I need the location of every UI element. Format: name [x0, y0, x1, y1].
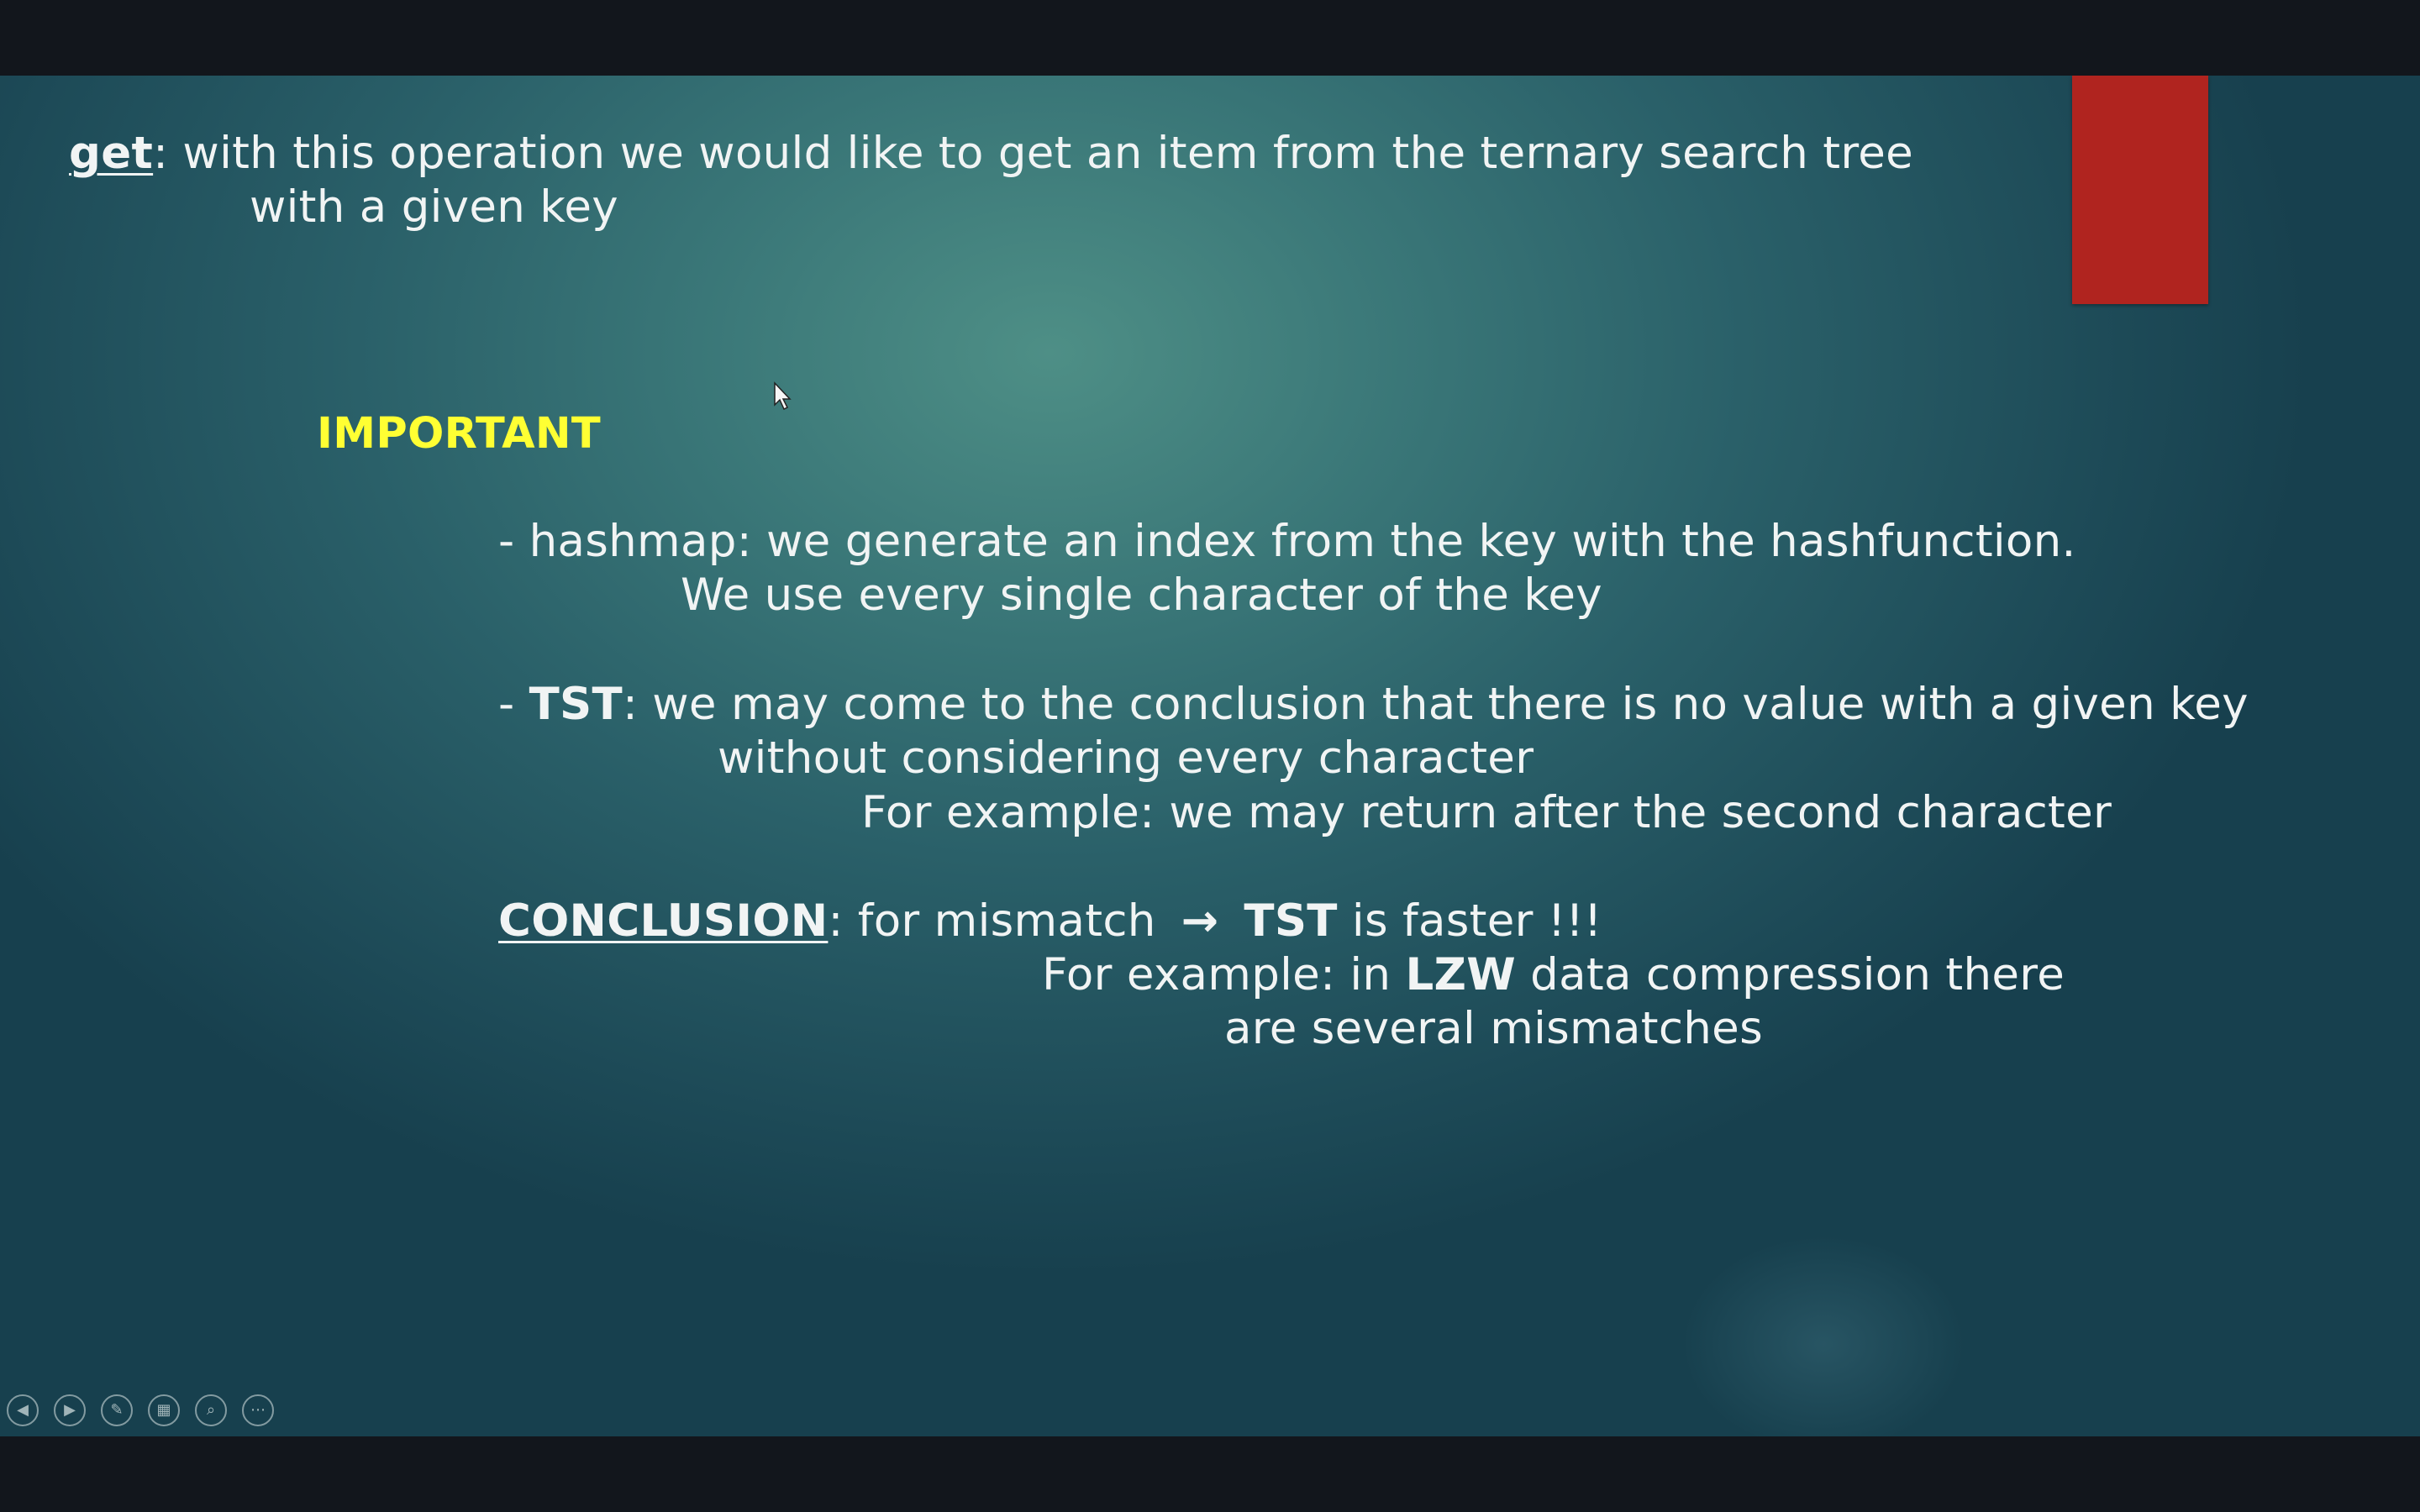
- get-definition-line2: with a given key: [250, 181, 618, 233]
- tst-line1: - TST: we may come to the conclusion tha…: [498, 679, 2249, 730]
- zoom-icon[interactable]: ⌕: [195, 1394, 227, 1426]
- get-description: : with this operation we would like to g…: [153, 128, 1914, 179]
- conclusion-text: : for mismatch: [828, 895, 1156, 947]
- red-accent-block: [2072, 76, 2208, 304]
- hashmap-line1: - hashmap: we generate an index from the…: [498, 516, 2076, 567]
- bottom-letterbox-bar: [0, 1436, 2420, 1512]
- mouse-cursor-icon: [774, 381, 792, 411]
- tst-dash: -: [498, 679, 529, 730]
- presentation-slide: get: with this operation we would like t…: [0, 76, 2420, 1436]
- tst-line2: without considering every character: [718, 732, 1534, 784]
- conclusion-keyword: CONCLUSION: [498, 895, 829, 947]
- tst-keyword: TST: [529, 679, 623, 730]
- pen-icon[interactable]: ✎: [101, 1394, 133, 1426]
- conclusion-line: CONCLUSION: for mismatch → TST is faster !…: [498, 895, 1602, 947]
- conclusion-tst: TST: [1244, 895, 1338, 947]
- get-definition-line1: get: with this operation we would like t…: [69, 128, 1913, 179]
- next-icon[interactable]: ▶: [54, 1394, 86, 1426]
- lzw-prefix: For example: in: [1042, 949, 1406, 1000]
- tst-description: : we may come to the conclusion that the…: [622, 679, 2249, 730]
- previous-icon[interactable]: ◀: [7, 1394, 39, 1426]
- top-letterbox-bar: [0, 0, 2420, 76]
- important-heading: IMPORTANT: [317, 409, 601, 459]
- get-keyword: get: [69, 128, 154, 179]
- hashmap-line2: We use every single character of the key: [681, 570, 1602, 621]
- slideshow-controls: ◀ ▶ ✎ ▦ ⌕ ⋯: [7, 1394, 274, 1426]
- lzw-line1: For example: in LZW data compression the…: [1042, 949, 2065, 1000]
- slides-icon[interactable]: ▦: [148, 1394, 180, 1426]
- lzw-suffix: data compression there: [1516, 949, 2065, 1000]
- lzw-line2: are several mismatches: [1224, 1003, 1763, 1054]
- more-icon[interactable]: ⋯: [242, 1394, 274, 1426]
- tst-line3: For example: we may return after the sec…: [861, 787, 2112, 838]
- lzw-keyword: LZW: [1405, 949, 1517, 1000]
- conclusion-end: is faster !!!: [1337, 895, 1602, 947]
- arrow-icon: →: [1181, 895, 1219, 947]
